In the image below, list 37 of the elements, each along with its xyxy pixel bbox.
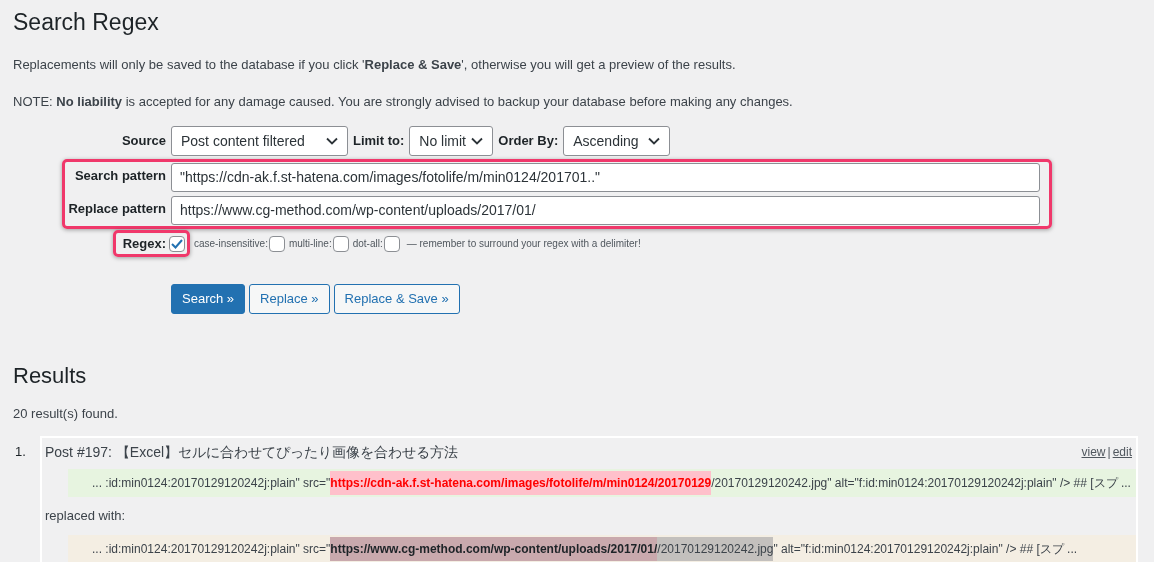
replaced-label: replaced with: <box>44 506 127 525</box>
field-label: Replace pattern <box>67 200 167 218</box>
field-label: Source <box>120 132 167 151</box>
chevron-down-icon <box>471 137 484 145</box>
action-button[interactable]: Replace » <box>249 284 330 314</box>
field-label: Order By: <box>498 132 559 151</box>
chevron-down-icon <box>326 137 338 145</box>
action-button[interactable]: Replace & Save » <box>333 284 460 314</box>
section-heading: Results <box>13 362 88 390</box>
checkbox[interactable] <box>383 235 400 252</box>
field-label: Regex: <box>122 234 166 253</box>
edit-link[interactable]: edit <box>1112 443 1132 461</box>
page-title: Search Regex <box>13 8 160 36</box>
field-label: Limit to: <box>353 132 405 151</box>
field-label: Search pattern <box>73 167 167 185</box>
notice-text: Replacements will only be saved to the database if you click 'Replace & Save', otherwise you will get a preview of the results. <box>13 56 737 74</box>
dropdown[interactable]: Ascending <box>563 126 671 156</box>
view-link[interactable]: view <box>1081 443 1106 461</box>
option-label: dot-all: <box>352 237 383 251</box>
notice-text: NOTE: No liability is accepted for any damage caused. You are strongly advised to backup your database before making any changes. <box>13 92 794 111</box>
text-input[interactable]: "https://cdn-ak.f.st-hatena.com/images/fotolife/m/min0124/201701.." <box>171 163 1040 192</box>
result-title: Post #197: 【Excel】セルに合わせてぴったり画像を合わせる方法 <box>45 442 459 462</box>
checkbox[interactable] <box>332 235 349 252</box>
separator-text: | <box>1107 444 1111 461</box>
checkmark-icon <box>171 238 183 249</box>
text-input[interactable]: https://www.cg-method.com/wp-content/uploads/2017/01/ <box>171 196 1040 225</box>
dropdown[interactable]: No limit <box>409 126 494 156</box>
checkbox[interactable] <box>169 235 185 252</box>
list-number: 1. <box>14 442 27 461</box>
hint-text: — remember to surround your regex with a delimiter! <box>406 237 641 251</box>
action-button[interactable]: Search » <box>171 284 246 314</box>
chevron-down-icon <box>648 137 661 145</box>
option-label: multi-line: <box>288 237 332 251</box>
dropdown[interactable]: Post content filtered <box>171 126 348 156</box>
option-label: case-insensitive: <box>194 237 268 251</box>
result-count: 20 result(s) found. <box>13 405 119 423</box>
checkbox[interactable] <box>268 235 285 252</box>
